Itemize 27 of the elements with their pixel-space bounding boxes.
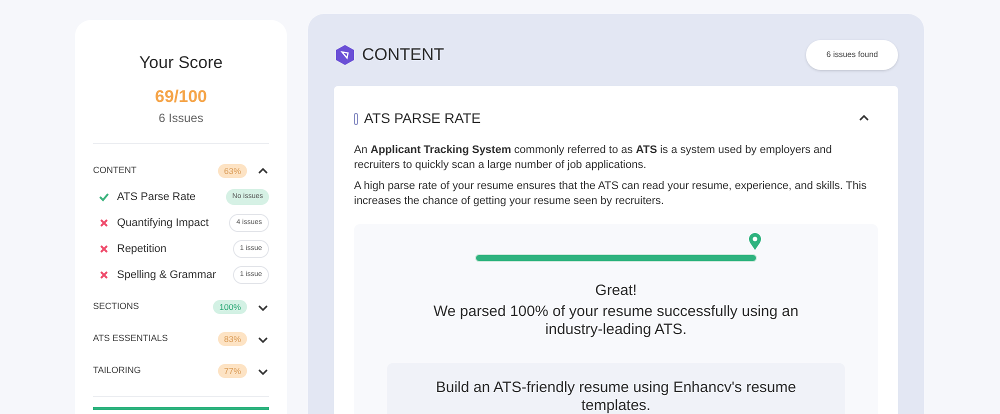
score-title: Your Score xyxy=(138,52,224,74)
percent-badge: 77% xyxy=(218,364,247,378)
check-item[interactable]: ATS Parse Rate xyxy=(117,188,226,206)
section-title: CONTENT xyxy=(362,44,446,66)
marker-icon xyxy=(354,112,358,124)
score-value: 69/100 xyxy=(154,86,208,108)
category-label: CONTENT xyxy=(93,164,138,178)
percent-badge: 83% xyxy=(218,332,247,346)
subsection-title: ATS PARSE RATE xyxy=(364,109,482,128)
issues-count: 6 Issues xyxy=(158,110,204,127)
location-pin-icon xyxy=(749,233,761,250)
category-label: TAILORING xyxy=(93,364,142,378)
check-item[interactable]: Quantifying Impact xyxy=(117,214,230,232)
category-label: ATS ESSENTIALS xyxy=(93,332,169,346)
percent-badge: 63% xyxy=(218,164,247,178)
chevron-up-icon[interactable] xyxy=(257,166,269,176)
issues-found-badge: 6 issues found xyxy=(806,40,898,70)
result-headline: Great! xyxy=(595,281,637,301)
check-item[interactable]: Repetition xyxy=(117,240,233,258)
description-text: A high parse rate of your resume ensures that the ATS can read your resume, experience, and skills. This increases the chance of getting your resume seen by recruiters. xyxy=(354,179,868,209)
result-message: We parsed 100% of your resume successfully using an industry-leading ATS. xyxy=(432,302,800,338)
category-label: SECTIONS xyxy=(93,300,140,314)
description-text: An Applicant Tracking System commonly referred to as ATS is a system used by employers and recruiters to quickly scan a large number of job applications. xyxy=(354,143,833,173)
pen-icon xyxy=(334,44,356,66)
tip-text: Build an ATS-friendly resume using Enhancv's resume templates. xyxy=(434,378,798,414)
check-item[interactable]: Spelling & Grammar xyxy=(117,266,233,284)
percent-badge: 100% xyxy=(213,300,247,314)
